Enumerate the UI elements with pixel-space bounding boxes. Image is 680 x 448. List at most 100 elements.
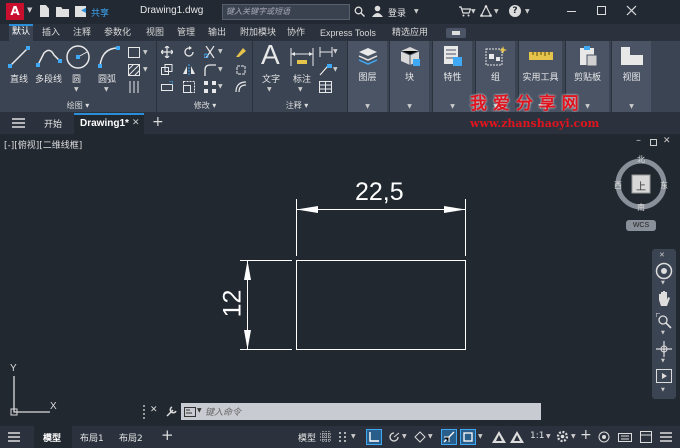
compass-south[interactable]: 南 [637,202,645,213]
layout1-tab[interactable]: 布局1 [80,431,104,444]
annotation-panel-footer[interactable]: 注释 ▾ [253,99,341,112]
linear-dim-caret[interactable]: ▼ [333,48,338,55]
osnap-tracking-toggle[interactable] [441,429,457,445]
start-tab[interactable]: 开始 [44,117,62,130]
tab-view[interactable]: 视图 [146,26,164,40]
copy-icon[interactable] [161,64,173,76]
workspace-caret[interactable]: ▼ [571,433,576,440]
boundary-tool-icon[interactable] [128,81,140,93]
share-label[interactable]: 共享 [91,6,109,19]
dimension-vertical-text[interactable]: 12 [219,289,248,319]
drawing-geometry[interactable] [200,174,500,374]
arc-tool-label[interactable]: 圆弧 [98,72,116,85]
explode-icon[interactable] [235,64,247,76]
login-button[interactable]: 登录 [388,6,406,19]
fillet-caret[interactable]: ▼ [218,66,223,73]
snap-icon[interactable] [337,431,349,443]
annotation-visibility-icon[interactable] [492,431,506,443]
hamburger-menu-icon[interactable] [12,118,25,128]
new-file-icon[interactable] [40,5,49,17]
tab-output[interactable]: 输出 [208,26,226,40]
text-tool-icon[interactable]: A [261,39,280,71]
trim-caret[interactable]: ▼ [218,48,223,55]
clean-screen-icon[interactable] [640,431,652,443]
search-icon[interactable] [354,6,365,17]
rectangle-tool-icon[interactable] [128,47,140,58]
mirror-icon[interactable] [183,64,195,76]
block-caret[interactable]: ▼ [390,103,429,110]
layout-menu-icon[interactable] [8,432,20,442]
open-folder-icon[interactable] [56,7,69,17]
erase-icon[interactable] [235,46,247,58]
orbit-caret[interactable]: ▼ [661,358,665,364]
table-icon[interactable] [319,81,332,93]
snap-caret[interactable]: ▼ [351,433,356,440]
dimension-horizontal-text[interactable]: 22,5 [355,178,404,207]
minimize-button[interactable] [567,11,576,12]
connect-caret[interactable]: ▼ [494,8,499,15]
layers-button[interactable]: 图层 ▼ [347,41,387,112]
text-tool-label[interactable]: 文字 [262,72,280,85]
tab-addins[interactable]: 附加模块 [240,26,276,40]
grid-icon[interactable] [320,431,332,443]
command-line-grip[interactable] [143,405,147,419]
app-menu-button[interactable]: A [6,3,24,20]
line-tool-label[interactable]: 直线 [10,72,28,85]
isodraft-icon[interactable] [414,431,426,443]
viewport-minimize-icon[interactable]: – [636,135,641,146]
wcs-button[interactable]: WCS [626,220,656,231]
trim-icon[interactable] [204,46,216,58]
properties-button[interactable]: 特性 ▼ [432,41,472,112]
polar-caret[interactable]: ▼ [402,433,407,440]
user-icon[interactable] [372,5,383,17]
tab-annotate[interactable]: 注释 [73,26,91,40]
cart-caret[interactable]: ▼ [471,8,476,15]
properties-caret[interactable]: ▼ [433,103,472,110]
ortho-toggle[interactable] [366,429,382,445]
add-layout-button[interactable]: + [161,426,174,444]
tab-insert[interactable]: 插入 [42,26,60,40]
new-tab-button[interactable]: + [152,114,164,130]
offset-icon[interactable] [235,81,247,93]
arc-tool-icon[interactable] [96,44,122,70]
scale-icon[interactable] [183,81,195,93]
navbar-close-icon[interactable]: ✕ [659,251,665,259]
tab-express-tools[interactable]: Express Tools [320,26,376,40]
polyline-tool-label[interactable]: 多段线 [35,72,62,85]
tab-featured-apps[interactable]: 精选应用 [392,26,428,40]
maximize-button[interactable] [597,6,606,15]
model-space-toggle[interactable]: 模型 [298,431,316,444]
customize-status-icon[interactable] [660,432,672,442]
rectangle-caret[interactable]: ▼ [143,49,148,56]
osnap-caret[interactable]: ▼ [478,433,483,440]
viewport-label[interactable]: [-][俯视][二维线框] [4,138,82,151]
command-customize-icon[interactable] [166,405,178,417]
annotation-scale[interactable]: 1:1 [530,431,544,441]
help-icon[interactable]: ? [509,5,521,17]
arc-caret[interactable]: ▼ [104,86,109,93]
linear-dim-icon[interactable] [319,46,333,58]
compass-north[interactable]: 北 [637,154,645,165]
tab-manage[interactable]: 管理 [177,26,195,40]
showmotion-icon[interactable] [656,369,672,383]
layout2-tab[interactable]: 布局2 [119,431,143,444]
isolate-objects-icon[interactable] [598,431,610,443]
circle-caret[interactable]: ▼ [74,86,79,93]
command-input[interactable]: ▼ 键入命令 [181,403,541,420]
workspace-gear-icon[interactable] [556,430,569,443]
circle-tool-label[interactable]: 圆 [72,72,81,85]
tab-default[interactable]: 默认 [9,24,34,41]
scale-caret[interactable]: ▼ [546,433,551,440]
polyline-tool-icon[interactable] [36,45,62,69]
move-icon[interactable] [161,46,173,58]
zoom-caret[interactable]: ▼ [661,330,665,336]
compass-east[interactable]: 东 [660,180,668,191]
dimension-tool-label[interactable]: 标注 [293,72,311,85]
stretch-icon[interactable] [161,81,173,93]
add-status-button[interactable]: + [580,427,592,443]
compass-west[interactable]: 西 [614,180,622,191]
array-caret[interactable]: ▼ [218,83,223,90]
command-close-icon[interactable]: ✕ [150,405,158,415]
pan-icon[interactable] [656,290,672,308]
hatch-caret[interactable]: ▼ [143,66,148,73]
